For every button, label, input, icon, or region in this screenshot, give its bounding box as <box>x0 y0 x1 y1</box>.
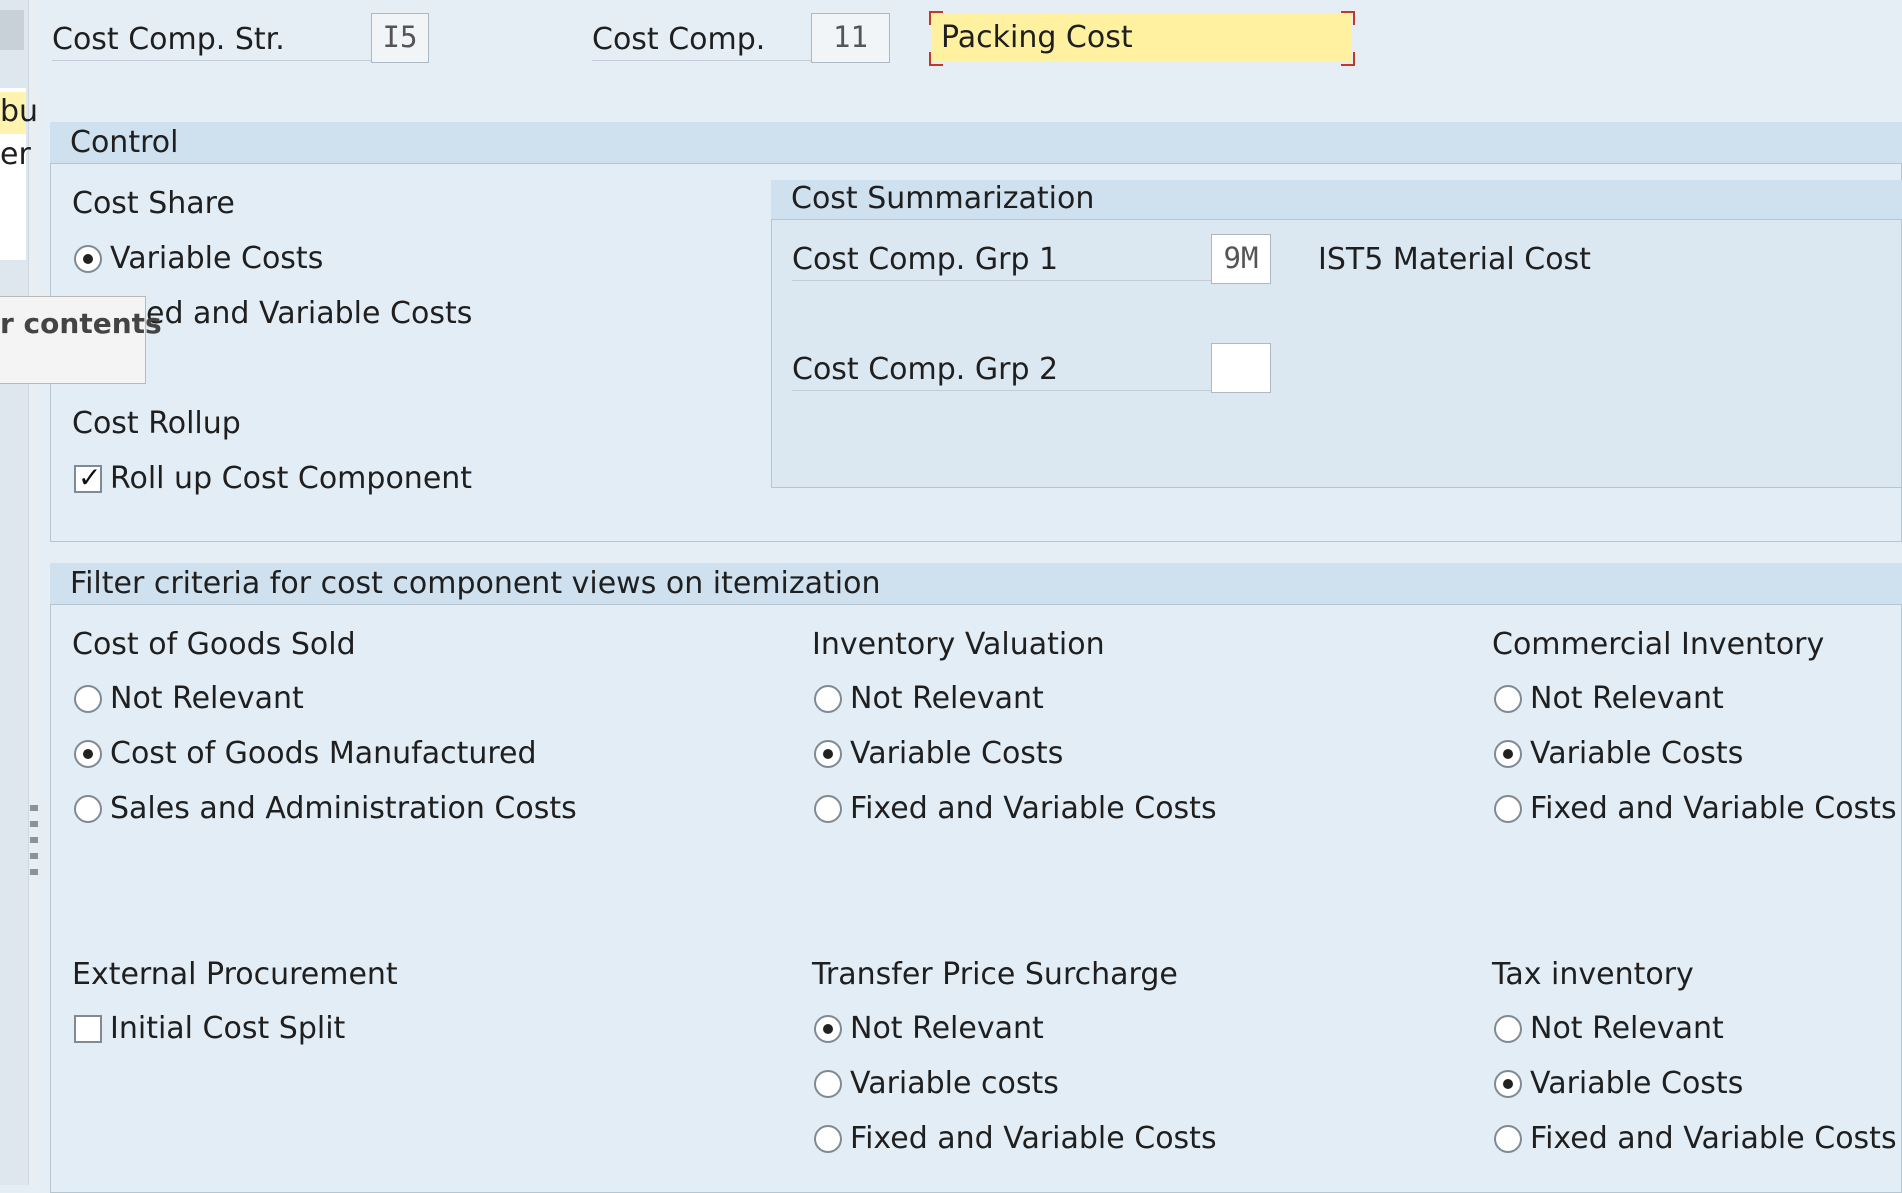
focus-corner <box>929 11 943 25</box>
transfer-price-fixed-variable-radio[interactable] <box>814 1125 842 1153</box>
cost-share-fixed-variable-label: ed and Variable Costs <box>146 296 473 331</box>
cogs-sales-admin-radio[interactable] <box>74 795 102 823</box>
cost-summarization-group <box>771 180 1902 488</box>
cost-comp-str-field[interactable]: I5 <box>371 13 429 63</box>
cost-comp-grp2-label: Cost Comp. Grp 2 <box>792 350 1212 391</box>
cost-share-label: Cost Share <box>72 186 235 221</box>
inventory-valuation-option-label: Variable Costs <box>850 736 1064 771</box>
cost-comp-grp1-description: IST5 Material Cost <box>1318 242 1591 277</box>
cogs-option-label: Not Relevant <box>110 681 304 716</box>
cost-comp-grp2-field[interactable] <box>1211 343 1271 393</box>
cost-summarization-title: Cost Summarization <box>791 181 1095 216</box>
commercial-inventory-variable-radio[interactable] <box>1494 740 1522 768</box>
transfer-price-option-label: Fixed and Variable Costs <box>850 1121 1217 1156</box>
sidebar-cut-text-1: bu <box>0 94 39 129</box>
initial-cost-split-checkbox[interactable] <box>74 1015 102 1043</box>
inventory-valuation-variable-radio[interactable] <box>814 740 842 768</box>
cost-comp-label: Cost Comp. <box>592 20 812 61</box>
tax-inventory-option-label: Not Relevant <box>1530 1011 1724 1046</box>
cogs-label: Cost of Goods Sold <box>72 627 356 662</box>
cost-comp-str-label: Cost Comp. Str. <box>52 20 372 61</box>
roll-up-checkbox[interactable] <box>74 461 102 494</box>
transfer-price-option-label: Variable costs <box>850 1066 1059 1101</box>
roll-up-checkbox-label: Roll up Cost Component <box>110 461 473 496</box>
cost-comp-grp1-field[interactable]: 9M <box>1211 234 1271 284</box>
transfer-price-variable-radio[interactable] <box>814 1070 842 1098</box>
tax-inventory-option-label: Variable Costs <box>1530 1066 1744 1101</box>
control-group-header: Control <box>50 122 1902 164</box>
tax-inventory-variable-radio[interactable] <box>1494 1070 1522 1098</box>
commercial-inventory-option-label: Variable Costs <box>1530 736 1744 771</box>
commercial-inventory-option-label: Fixed and Variable Costs <box>1530 791 1897 826</box>
splitter-handle[interactable] <box>30 805 38 875</box>
cogs-manufactured-radio[interactable] <box>74 740 102 768</box>
initial-cost-split-label: Initial Cost Split <box>110 1011 346 1046</box>
focus-corner <box>1341 11 1355 25</box>
inventory-valuation-label: Inventory Valuation <box>812 627 1105 662</box>
commercial-inventory-not-relevant-radio[interactable] <box>1494 685 1522 713</box>
cost-share-variable-label: Variable Costs <box>110 241 324 276</box>
focus-corner <box>929 52 943 66</box>
sidebar-cut-text-2: er <box>0 137 31 172</box>
cost-comp-grp1-label: Cost Comp. Grp 1 <box>792 240 1212 281</box>
cogs-not-relevant-radio[interactable] <box>74 685 102 713</box>
cogs-option-label: Cost of Goods Manufactured <box>110 736 537 771</box>
control-title: Control <box>70 125 179 160</box>
cost-rollup-label: Cost Rollup <box>72 406 241 441</box>
cost-share-variable-radio[interactable] <box>74 245 102 273</box>
filter-group-header: Filter criteria for cost component views… <box>50 563 1902 605</box>
transfer-price-option-label: Not Relevant <box>850 1011 1044 1046</box>
tax-inventory-fixed-variable-radio[interactable] <box>1494 1125 1522 1153</box>
sidebar-panel: bu er <box>0 88 38 260</box>
sidebar-edge <box>28 0 39 1185</box>
tax-inventory-label: Tax inventory <box>1492 957 1694 992</box>
tax-inventory-not-relevant-radio[interactable] <box>1494 1015 1522 1043</box>
cost-summarization-header: Cost Summarization <box>771 180 1902 220</box>
external-procurement-label: External Procurement <box>72 957 398 992</box>
tooltip-text: r contents <box>0 307 162 340</box>
tooltip: r contents <box>0 296 162 384</box>
inventory-valuation-fixed-variable-radio[interactable] <box>814 795 842 823</box>
inventory-valuation-option-label: Not Relevant <box>850 681 1044 716</box>
tax-inventory-option-label: Fixed and Variable Costs <box>1530 1121 1897 1156</box>
sidebar-toggle-button[interactable] <box>0 10 24 50</box>
inventory-valuation-option-label: Fixed and Variable Costs <box>850 791 1217 826</box>
transfer-price-not-relevant-radio[interactable] <box>814 1015 842 1043</box>
transfer-price-label: Transfer Price Surcharge <box>812 957 1178 992</box>
description-input[interactable] <box>931 13 1351 61</box>
commercial-inventory-label: Commercial Inventory <box>1492 627 1825 662</box>
focus-corner <box>1341 52 1355 66</box>
cogs-option-label: Sales and Administration Costs <box>110 791 577 826</box>
cost-comp-field[interactable]: 11 <box>811 13 890 63</box>
inventory-valuation-not-relevant-radio[interactable] <box>814 685 842 713</box>
commercial-inventory-option-label: Not Relevant <box>1530 681 1724 716</box>
filter-title: Filter criteria for cost component views… <box>70 566 881 601</box>
commercial-inventory-fixed-variable-radio[interactable] <box>1494 795 1522 823</box>
